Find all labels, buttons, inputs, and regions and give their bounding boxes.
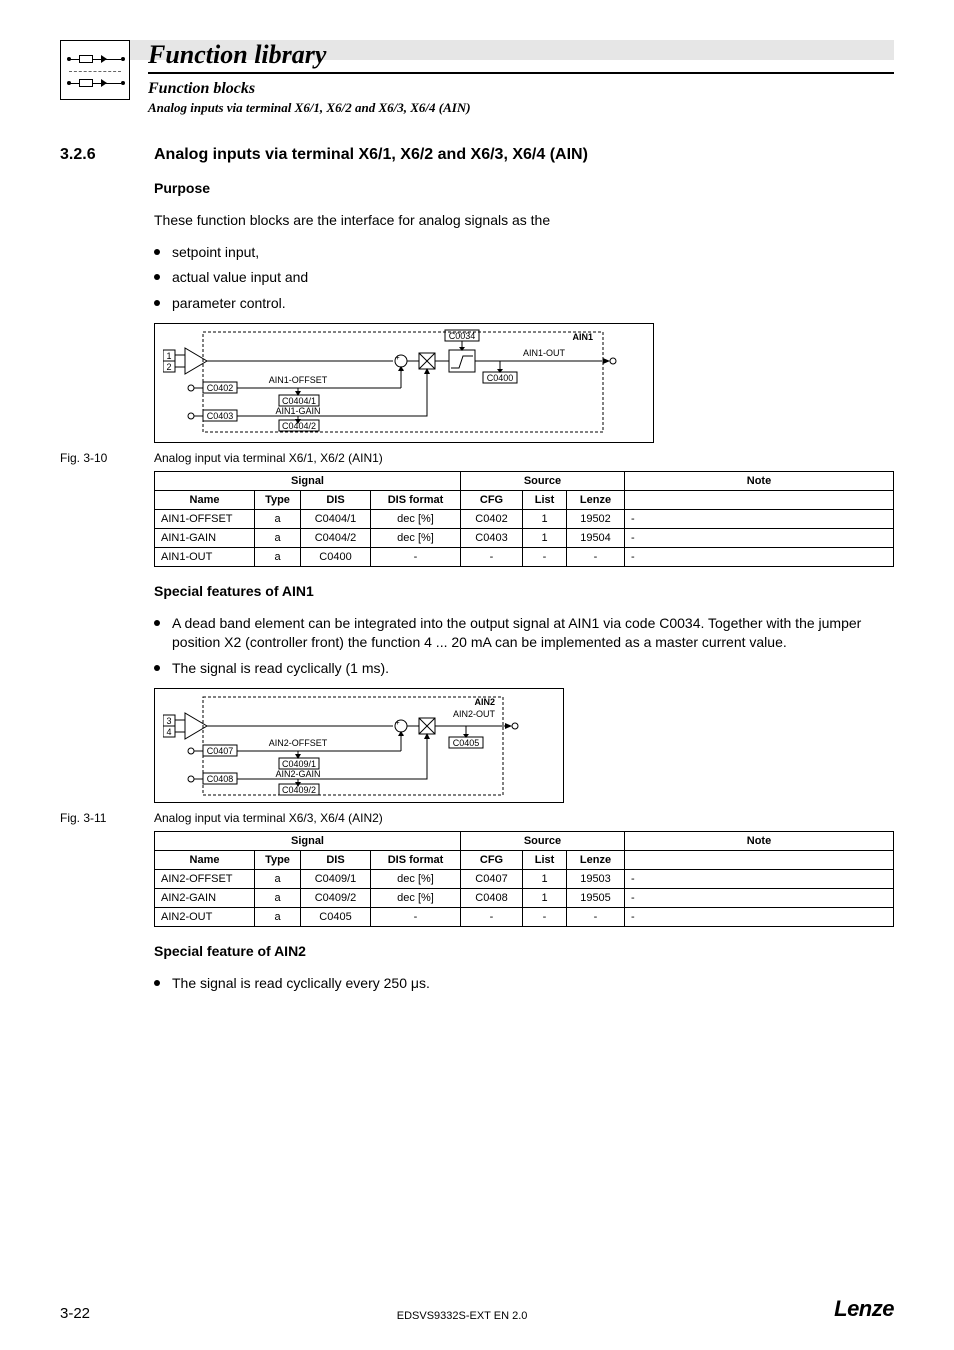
table-row: AIN1-OUTaC0400----- [155,548,894,567]
fig1-caption: Fig. 3-10 Analog input via terminal X6/1… [60,451,894,465]
fig2-text: Analog input via terminal X6/3, X6/4 (AI… [154,811,383,825]
doc-subtitle2: Analog inputs via terminal X6/1, X6/2 an… [148,100,894,116]
table-row: AIN1-GAINaC0404/2dec [%]C0403119504- [155,529,894,548]
svg-text:AIN2: AIN2 [474,697,495,707]
svg-text:+: + [395,718,400,727]
th-signal: Signal [155,472,461,491]
svg-text:C0407: C0407 [207,746,234,756]
special1-label: Special features of AIN1 [154,581,894,601]
th-list: List [523,491,567,510]
brand-logo: Lenze [834,1296,894,1322]
svg-text:+: + [395,353,400,362]
svg-text:AIN1-GAIN: AIN1-GAIN [275,406,320,416]
svg-text:1: 1 [166,351,171,361]
svg-text:AIN1: AIN1 [572,332,593,342]
svg-text:C0408: C0408 [207,774,234,784]
figure-ain1: AIN1 1 2 + + [154,323,654,443]
special1-bullets: A dead band element can be integrated in… [154,614,894,679]
section-heading-row: 3.2.6 Analog inputs via terminal X6/1, X… [60,146,894,164]
fig1-label: Fig. 3-10 [60,451,120,465]
purpose-bullets: setpoint input, actual value input and par… [154,243,894,314]
svg-text:2: 2 [166,362,171,372]
table-row: AIN2-OUTaC0405----- [155,908,894,927]
special2-bullets: The signal is read cyclically every 250 … [154,974,894,994]
svg-text:C0400: C0400 [487,373,514,383]
svg-text:C0409/2: C0409/2 [282,785,316,795]
th-disf: DIS format [371,491,461,510]
logo-icon [60,40,130,100]
special2-label: Special feature of AIN2 [154,941,894,961]
svg-text:AIN2-OFFSET: AIN2-OFFSET [269,738,328,748]
list-item: The signal is read cyclically (1 ms). [154,659,894,679]
page-number: 3-22 [60,1305,90,1322]
svg-text:AIN1-OUT: AIN1-OUT [523,348,566,358]
svg-text:C0404/2: C0404/2 [282,421,316,431]
list-item: A dead band element can be integrated in… [154,614,894,653]
fig1-text: Analog input via terminal X6/1, X6/2 (AI… [154,451,383,465]
th-note: Note [625,472,894,491]
doc-id: EDSVS9332S-EXT EN 2.0 [397,1310,528,1322]
page-header: Function library Function blocks Analog … [60,40,894,116]
doc-title: Function library [148,40,894,74]
th-dis: DIS [301,491,371,510]
table-row: AIN1-OFFSETaC0404/1dec [%]C0402119502- [155,510,894,529]
list-item: setpoint input, [154,243,894,263]
svg-text:C0409/1: C0409/1 [282,759,316,769]
svg-text:AIN1-OFFSET: AIN1-OFFSET [269,375,328,385]
th-source: Source [461,472,625,491]
list-item: parameter control. [154,294,894,314]
doc-subtitle: Function blocks [148,80,894,98]
table-row: AIN2-OFFSETaC0409/1dec [%]C0407119503- [155,870,894,889]
section-number: 3.2.6 [60,146,120,164]
table-row: AIN2-GAINaC0409/2dec [%]C0408119505- [155,889,894,908]
svg-text:C0405: C0405 [453,738,480,748]
list-item: actual value input and [154,268,894,288]
svg-text:4: 4 [166,727,171,737]
svg-text:C0034: C0034 [449,331,476,341]
purpose-text: These function blocks are the interface … [154,210,894,230]
section-heading: Analog inputs via terminal X6/1, X6/2 an… [154,146,588,164]
table-ain2: Signal Source Note Name Type DIS DIS for… [154,831,894,927]
page-footer: 3-22 EDSVS9332S-EXT EN 2.0 Lenze [60,1296,894,1322]
purpose-label: Purpose [154,178,894,198]
svg-text:C0403: C0403 [207,411,234,421]
svg-text:3: 3 [166,716,171,726]
fig2-caption: Fig. 3-11 Analog input via terminal X6/3… [60,811,894,825]
svg-text:AIN2-OUT: AIN2-OUT [453,709,496,719]
th-cfg: CFG [461,491,523,510]
table-ain1: Signal Source Note Name Type DIS DIS for… [154,471,894,567]
th-name: Name [155,491,255,510]
svg-text:C0402: C0402 [207,383,234,393]
figure-ain2: AIN2 3 4 + + AIN2-OUT [154,688,564,803]
svg-text:AIN2-GAIN: AIN2-GAIN [275,769,320,779]
list-item: The signal is read cyclically every 250 … [154,974,894,994]
th-lenze: Lenze [567,491,625,510]
svg-text:C0404/1: C0404/1 [282,396,316,406]
fig2-label: Fig. 3-11 [60,811,120,825]
th-type: Type [255,491,301,510]
